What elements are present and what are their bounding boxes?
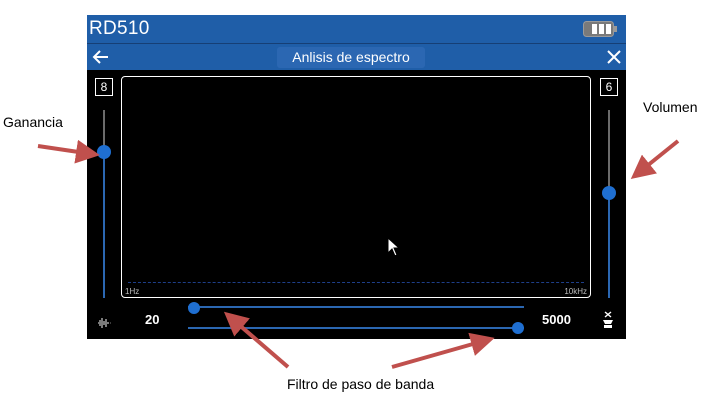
device-name: RD510 [89,18,150,39]
mouse-cursor-icon [387,237,401,257]
volume-slider-thumb[interactable] [602,186,616,200]
device-screen: RD510 Anlisis de espectro 8 6 1Hz 10kHz [87,15,626,339]
arrow-gain [37,139,100,164]
filter-low-value: 20 [145,312,160,327]
speaker-mute-icon [603,311,613,328]
nav-bar: Anlisis de espectro [87,43,626,70]
arrow-volume [630,139,680,180]
gain-slider-fill [103,152,105,298]
volume-slider-fill [608,193,610,298]
status-bar: RD510 [87,15,626,43]
gain-slider-thumb[interactable] [97,145,111,159]
annotation-gain: Ganancia [3,114,63,130]
page-title: Anlisis de espectro [292,49,410,65]
spectrum-baseline [128,282,584,283]
battery-icon [583,21,617,37]
arrow-filter-high [391,332,495,369]
freq-min-label: 1Hz [125,287,140,296]
title-pill: Anlisis de espectro [277,47,425,68]
spectrum-display: 1Hz 10kHz [121,76,591,298]
gain-value: 8 [95,78,113,96]
freq-max-label: 10kHz [564,287,587,296]
highcut-slider-thumb[interactable] [512,322,524,334]
volume-value: 6 [600,78,618,96]
annotation-filter: Filtro de paso de banda [287,376,435,392]
annotation-volume: Volumen [643,99,698,115]
lowcut-slider-thumb[interactable] [188,302,200,314]
highcut-slider-track[interactable] [188,327,524,329]
waveform-icon [98,318,111,328]
lowcut-slider-track[interactable] [188,306,524,308]
filter-high-value: 5000 [542,312,571,327]
arrow-left-icon[interactable] [90,46,112,68]
close-icon[interactable] [603,46,625,68]
